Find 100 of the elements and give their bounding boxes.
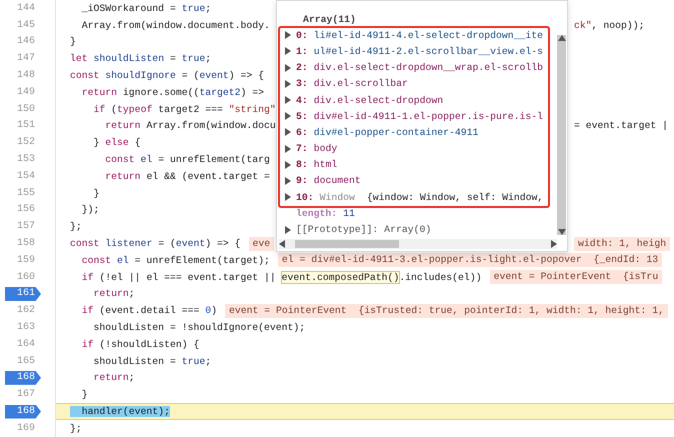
entry-index: 6:: [296, 126, 308, 138]
expand-arrow-icon[interactable]: [285, 226, 291, 234]
line-number: 164: [16, 338, 35, 350]
code-text: }: [92, 137, 100, 148]
vertical-scrollbar[interactable]: [557, 35, 566, 235]
keyword: if: [80, 305, 94, 316]
scroll-right-icon[interactable]: [551, 240, 557, 248]
line-number: 154: [16, 170, 35, 182]
code-text: ;: [205, 53, 212, 64]
line-number: 153: [16, 154, 35, 166]
code-text: ): [211, 305, 218, 316]
inline-value: eve: [248, 236, 274, 251]
popover-title: Array(11): [303, 14, 356, 25]
line-number: 155: [16, 188, 35, 199]
entry-index: 10:: [296, 192, 314, 203]
code-text: = unrefElement(target);: [134, 254, 270, 266]
line-number: 169: [16, 422, 35, 434]
code-text: shouldListen = !shouldIgnore(event);: [92, 322, 306, 334]
code-text: (: [110, 104, 118, 115]
property-key: length:: [296, 208, 338, 219]
line-number: 156: [16, 204, 35, 216]
code-text: = (: [157, 238, 176, 250]
line-number: 145: [16, 20, 35, 31]
keyword: return: [104, 120, 141, 132]
entry-index: 7:: [296, 143, 308, 154]
entry-value: div.el-select-dropdown__wrap.el-scrollb: [314, 62, 544, 74]
entry-value: div.el-scrollbar: [314, 78, 408, 90]
code-text: ;: [205, 356, 212, 367]
line-number: 165: [16, 356, 35, 367]
scroll-up-icon: [558, 35, 566, 41]
entry-value: li#el-id-4911-4.el-select-dropdown__ite: [314, 30, 544, 41]
identifier: true: [182, 356, 206, 367]
code-text: ) => {: [205, 238, 241, 250]
entry-value: div.el-select-dropdown: [314, 94, 444, 106]
code-text: (!el || el === event.target ||: [98, 272, 277, 283]
keyword: return: [92, 372, 129, 384]
scroll-left-icon: [279, 240, 285, 248]
string-literal: ck": [574, 20, 592, 31]
breakpoint-marker[interactable]: 168: [5, 404, 41, 419]
identifier: true: [182, 2, 206, 14]
selected-code: handler(event);: [70, 406, 170, 418]
inline-value: el = div#el-id-4911-3.el-popper.is-light.el-popover {_endId: 13: [278, 253, 662, 268]
entry-index: 8:: [296, 159, 308, 170]
keyword: return: [104, 170, 141, 182]
scroll-down-icon: [558, 229, 566, 235]
identifier: target2: [199, 86, 241, 98]
keyword: const: [80, 254, 112, 266]
entry-value: document: [314, 175, 361, 186]
line-number: 157: [16, 221, 35, 232]
keyword: typeof: [117, 104, 152, 115]
inline-value: event = PointerEvent {isTru: [490, 270, 662, 284]
code-text: ) =>: [240, 86, 264, 98]
code-text: = unrefElement(targ: [157, 154, 270, 166]
code-text: };: [70, 221, 82, 232]
entry-value: ul#el-id-4911-2.el-scrollbar__view.el-s: [314, 46, 544, 57]
code-text: {: [134, 137, 141, 148]
code-text: ) => {: [228, 70, 264, 82]
inline-value: event = PointerEvent {isTrusted: true, pointerId: 1, width: 1, height: 1,: [225, 304, 668, 318]
keyword: else: [105, 137, 129, 148]
keyword: const: [70, 238, 100, 250]
keyword: const: [70, 70, 100, 82]
code-text: });: [80, 204, 100, 216]
code-text: _iOSWorkaround =: [80, 2, 177, 14]
identifier: shouldListen: [92, 53, 164, 64]
code-text: ;: [128, 372, 135, 384]
breakpoint-marker[interactable]: 161: [5, 286, 41, 301]
breakpoint-marker[interactable]: 168: [5, 370, 41, 385]
identifier: el: [140, 154, 152, 166]
keyword: return: [92, 288, 129, 300]
code-text: ;: [128, 288, 135, 300]
code-text: , noop));: [592, 20, 645, 31]
code-text: = event.target |: [574, 120, 668, 132]
horizontal-scrollbar[interactable]: [279, 239, 557, 249]
line-number: 150: [16, 104, 35, 115]
line-number: 167: [16, 389, 35, 400]
code-text: =: [168, 53, 177, 64]
string-literal: "string": [228, 104, 276, 115]
prototype-entry: [[Prototype]]: Array(0): [296, 224, 432, 236]
code-text: ignore.some((: [122, 86, 200, 98]
line-number: 162: [16, 305, 35, 316]
line-number: 144: [16, 2, 35, 14]
line-number: 147: [16, 53, 35, 64]
code-text: Array.from(window.docu: [145, 120, 276, 132]
identifier: listener: [104, 238, 152, 250]
identifier: true: [182, 53, 206, 64]
highlighted-expression: event.composedPath(): [282, 272, 400, 283]
entry-index: 3:: [296, 78, 308, 90]
code-text: (!shouldListen) {: [98, 338, 200, 350]
line-number: 159: [16, 254, 35, 266]
code-text: = (: [180, 70, 200, 82]
code-text: el && (event.target =: [145, 170, 270, 182]
code-text: Array.from(window.document.body.: [80, 20, 270, 31]
keyword: if: [80, 338, 94, 350]
line-number: 149: [16, 86, 35, 98]
line-number: 158: [16, 238, 35, 250]
line-number: 163: [16, 322, 35, 334]
identifier: shouldIgnore: [104, 70, 176, 82]
keyword: let: [70, 53, 88, 64]
entry-index: 9:: [296, 175, 308, 186]
code-text: }: [70, 36, 76, 48]
